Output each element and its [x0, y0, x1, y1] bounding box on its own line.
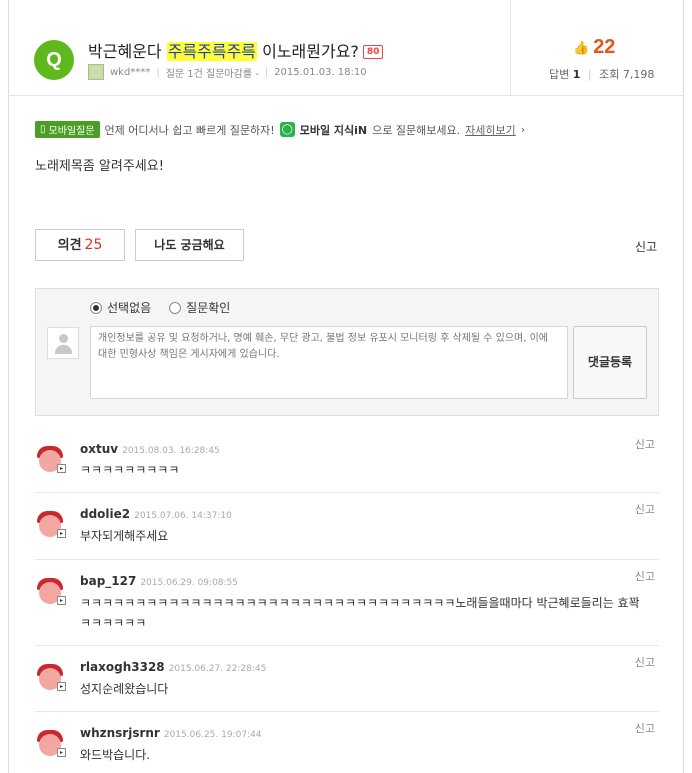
play-icon: ▸	[57, 529, 66, 538]
commenter-avatar[interactable]: ▸	[37, 576, 67, 606]
mobile-question-badge: ▯ 모바일질문	[35, 121, 100, 138]
meta-divider: |	[156, 66, 160, 78]
author-name[interactable]: wkd****	[110, 67, 150, 78]
title-part-before: 박근혜운다	[88, 42, 167, 61]
commenter-name[interactable]: ddolie2	[80, 507, 130, 521]
report-comment-link[interactable]: 신고	[635, 720, 655, 736]
question-body: 노래제목좀 알려주세요!	[35, 159, 164, 174]
comment-date: 2015.06.27. 22:28:45	[168, 664, 267, 674]
report-comment-link[interactable]: 신고	[635, 501, 655, 517]
radio-selected-icon[interactable]	[90, 301, 102, 314]
me-too-curious-button[interactable]: 나도 궁금해요	[135, 229, 244, 261]
comment-date: 2015.06.29. 09:08:55	[140, 578, 239, 588]
phone-icon: ▯	[40, 124, 46, 135]
kin-brand: 모바일 지식iN	[299, 123, 368, 137]
radio-unselected-icon[interactable]	[169, 301, 182, 314]
title-part-after: 이노래뭔가요?	[257, 42, 359, 61]
comment-header: ddolie2 2015.07.06. 14:37:10	[80, 507, 232, 521]
commenter-avatar[interactable]: ▸	[37, 444, 67, 474]
opinion-count: 25	[84, 237, 103, 253]
user-avatar-icon	[47, 327, 79, 359]
question-meta: wkd**** | 질문 1건 질문마감률 - | 2015.01.03. 18…	[88, 64, 367, 80]
comment-item: ▸ oxtuv 2015.08.03. 16:28:45 ㅋㅋㅋㅋㅋㅋㅋㅋㅋ 신고	[35, 432, 659, 493]
question-q-icon: Q	[34, 40, 74, 80]
mobile-promo-text: 언제 어디서나 쉽고 빠르게 질문하자!	[104, 123, 275, 137]
play-icon: ▸	[57, 596, 66, 605]
comment-text: 성지순례왔습니다	[80, 682, 169, 696]
comment-text: ㅋㅋㅋㅋㅋㅋㅋㅋㅋㅋㅋㅋㅋㅋㅋㅋㅋㅋㅋㅋㅋㅋㅋㅋㅋㅋㅋㅋㅋㅋㅋㅋㅋㅋ노래들을때마…	[80, 596, 640, 630]
commenter-avatar[interactable]: ▸	[37, 728, 67, 758]
chevron-right-icon: ›	[520, 123, 526, 136]
report-comment-link[interactable]: 신고	[635, 654, 655, 670]
comment-compose: 선택없음 질문확인 댓글등록	[35, 288, 659, 416]
detail-link[interactable]: 자세히보기	[465, 122, 516, 138]
radio-none[interactable]: 선택없음	[90, 299, 151, 316]
answers-label: 답변	[549, 68, 570, 81]
comment-header: oxtuv 2015.08.03. 16:28:45	[80, 442, 220, 456]
like-count: 22	[593, 36, 616, 58]
comment-header: rlaxogh3328 2015.06.27. 22:28:45	[80, 660, 266, 674]
kin-suffix: 으로 질문해보세요.	[372, 123, 461, 137]
play-icon: ▸	[57, 464, 66, 473]
stats-divider: |	[587, 68, 592, 81]
views-count: 7,198	[622, 68, 655, 81]
comment-type-radios: 선택없음 질문확인	[90, 299, 230, 316]
play-icon: ▸	[57, 748, 66, 757]
mobile-promo: ▯ 모바일질문 언제 어디서나 쉽고 빠르게 질문하자! ◯ 모바일 지식iN 으로…	[35, 121, 525, 138]
play-icon: ▸	[57, 682, 66, 691]
report-comment-link[interactable]: 신고	[635, 436, 655, 452]
radio-none-label: 선택없음	[107, 301, 152, 315]
comment-date: 2015.06.25. 19:07:44	[163, 730, 262, 740]
comment-submit-button[interactable]: 댓글등록	[573, 326, 647, 399]
question-stats: 👍 22 답변 1 | 조회 7,198	[510, 0, 684, 96]
thumbs-up-icon: 👍	[573, 39, 590, 55]
comment-date: 2015.08.03. 16:28:45	[122, 446, 220, 456]
comment-input[interactable]	[90, 326, 568, 399]
comment-text: 와드박습니다.	[80, 748, 151, 762]
comment-text: ㅋㅋㅋㅋㅋㅋㅋㅋㅋ	[80, 463, 180, 477]
like-counter[interactable]: 👍 22	[573, 36, 615, 59]
commenter-name[interactable]: rlaxogh3328	[80, 660, 165, 674]
opinion-button[interactable]: 의견 25	[35, 229, 125, 261]
kin-logo-icon: ◯	[279, 122, 295, 137]
commenter-name[interactable]: bap_127	[80, 574, 136, 588]
comment-text: 부자되게해주세요	[80, 529, 169, 543]
radio-check-label: 질문확인	[186, 301, 231, 315]
question-date: 2015.01.03. 18:10	[274, 66, 367, 78]
comment-header: whznsrjsrnr 2015.06.25. 19:07:44	[80, 726, 262, 740]
comment-item: ▸ bap_127 2015.06.29. 09:08:55 ㅋㅋㅋㅋㅋㅋㅋㅋㅋㅋ…	[35, 560, 659, 646]
comment-item: ▸ ddolie2 2015.07.06. 14:37:10 부자되게해주세요 신…	[35, 493, 659, 560]
comment-header: bap_127 2015.06.29. 09:08:55	[80, 574, 238, 588]
opinion-label: 의견	[57, 238, 82, 253]
question-header: Q 박근혜운다 주륵주륵주륵 이노래뭔가요? 80 wkd**** | 질문 1건…	[8, 0, 684, 96]
answers-count: 1	[572, 68, 581, 81]
author-avatar[interactable]	[88, 64, 104, 80]
meta-divider: |	[264, 66, 269, 78]
commenter-name[interactable]: whznsrjsrnr	[80, 726, 160, 740]
answer-view-counts: 답변 1 | 조회 7,198	[549, 66, 654, 82]
comment-item: ▸ whznsrjsrnr 2015.06.25. 19:07:44 와드박습니다…	[35, 712, 659, 773]
comment-item: ▸ rlaxogh3328 2015.06.27. 22:28:45 성지순례왔습…	[35, 646, 659, 712]
mobile-badge-label: 모바일질문	[48, 126, 95, 137]
views-label: 조회	[599, 68, 620, 81]
bounty-badge: 80	[362, 45, 384, 59]
radio-question-check[interactable]: 질문확인	[169, 299, 230, 316]
author-status: 질문 1건 질문마감률 -	[165, 68, 259, 80]
question-title: 박근혜운다 주륵주륵주륵 이노래뭔가요? 80	[88, 38, 384, 62]
report-question-link[interactable]: 신고	[635, 238, 657, 255]
report-comment-link[interactable]: 신고	[635, 568, 655, 584]
comment-list: ▸ oxtuv 2015.08.03. 16:28:45 ㅋㅋㅋㅋㅋㅋㅋㅋㅋ 신고…	[35, 432, 659, 773]
title-highlight: 주륵주륵주륵	[166, 42, 258, 61]
commenter-name[interactable]: oxtuv	[80, 442, 118, 456]
commenter-avatar[interactable]: ▸	[37, 509, 67, 539]
commenter-avatar[interactable]: ▸	[37, 662, 67, 692]
comment-date: 2015.07.06. 14:37:10	[134, 511, 232, 521]
